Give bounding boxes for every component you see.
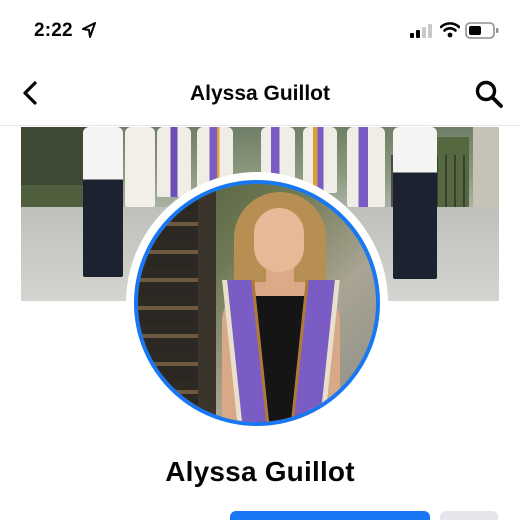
more-options-button[interactable] (440, 511, 498, 520)
cover-pillar (473, 127, 499, 217)
search-icon[interactable] (474, 79, 504, 109)
avatar-face (254, 208, 304, 272)
battery-icon (465, 22, 499, 39)
status-time: 2:22 (34, 20, 73, 41)
page-title: Alyssa Guillot (189, 82, 331, 105)
cover-person (393, 127, 437, 279)
primary-action-button[interactable] (230, 511, 430, 520)
profile-name: Alyssa Guillot (165, 456, 355, 487)
location-arrow-icon (82, 22, 96, 38)
navigation-bar: Alyssa Guillot (0, 62, 520, 126)
avatar[interactable] (134, 180, 380, 426)
cover-person (83, 127, 123, 277)
cellular-signal-icon (410, 24, 432, 38)
status-bar: 2:22 (0, 0, 520, 62)
avatar-gate-post (198, 184, 216, 422)
wifi-icon (440, 22, 460, 38)
